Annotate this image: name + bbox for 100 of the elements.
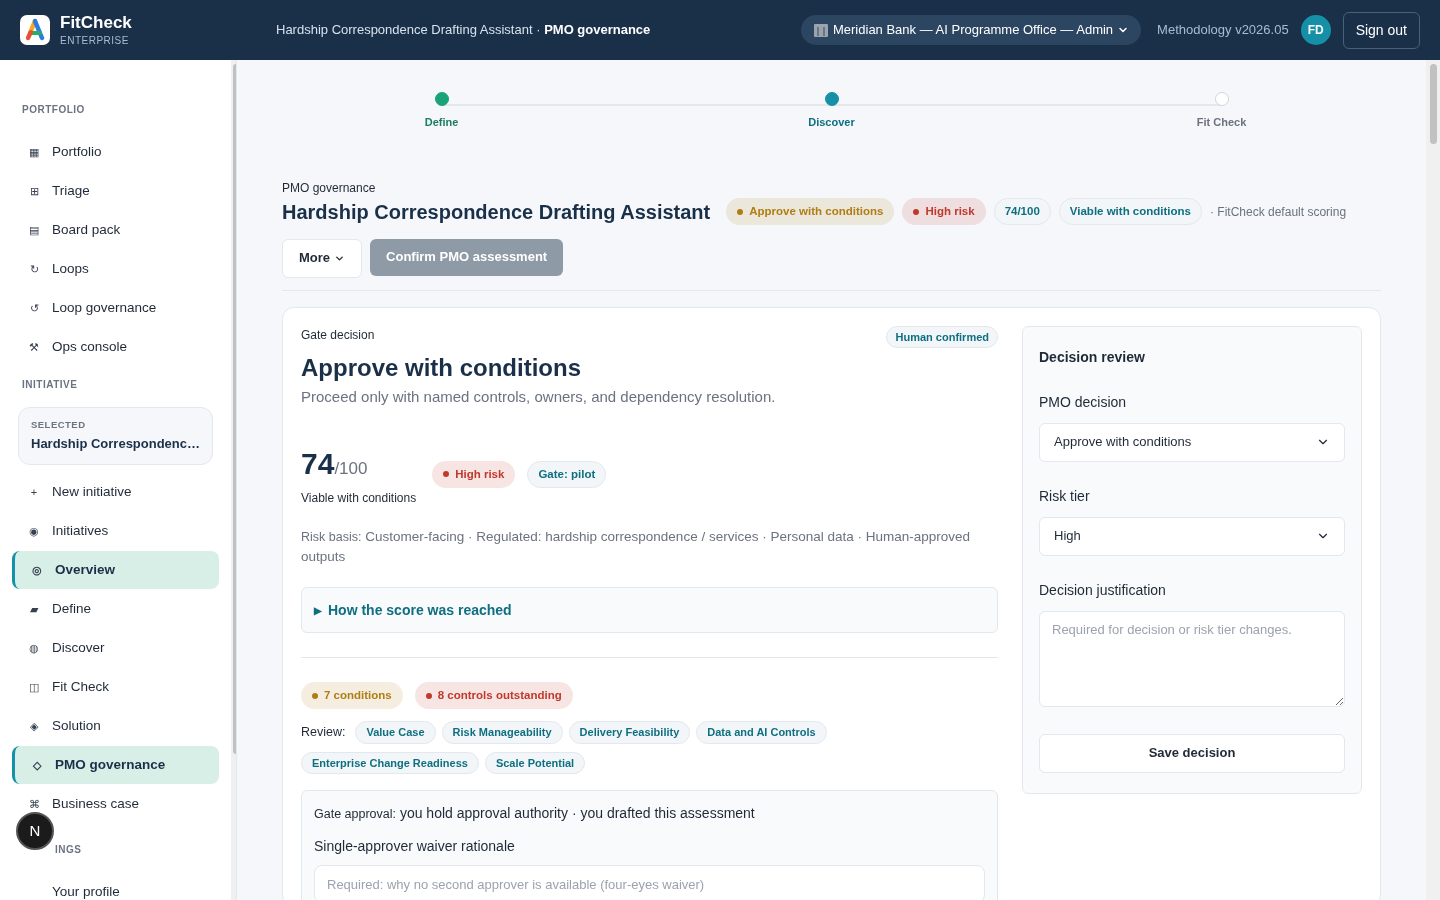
sidebar-item[interactable]: ▦ Portfolio [12,133,220,171]
sidebar-item[interactable]: ▤ Board pack [12,211,220,249]
user-avatar[interactable]: FD [1300,15,1331,45]
sidebar-item[interactable]: ◫ Fit Check [12,667,220,706]
score-explainer-toggle[interactable]: ▶ How the score was reached [301,587,998,633]
card-title: Hardship Correspondenc… [31,435,201,454]
decision-description: Proceed only with named controls, owners, and dependency resolution. [301,387,777,407]
item-label: Triage [52,181,90,200]
item-label: Discover [52,638,105,657]
item-label: Initiatives [52,521,109,540]
floating-badge[interactable]: N [16,812,54,850]
item-label: Loop governance [52,298,157,317]
review-tag[interactable]: Data and AI Controls [696,721,827,744]
status-badge: High risk [432,460,516,488]
item-label: Overview [55,560,116,579]
item-label: New initiative [52,482,132,501]
context-title: Hardship Correspondence Drafting Assistant · PMO governance [276,21,651,40]
item-label: Solution [52,716,101,735]
item-icon: ▰ [28,600,40,617]
field-label: Risk tier [1039,486,1091,506]
item-icon: ⚒ [28,338,40,356]
sidebar-item[interactable]: ▰ Define [12,589,220,628]
panel-label: Gate decision [301,326,375,344]
approval-status: Gate approval: you hold approval authority · you drafted this assessment [314,804,756,824]
item-label: Define [52,599,92,618]
card-caption: SELECTED [31,418,87,432]
waiver-rationale-field[interactable]: Required: why no second approver is available (four-eyes waiver) [314,865,985,900]
review-tag[interactable]: Enterprise Change Readiness [301,751,479,775]
item-icon: ◉ [28,522,40,539]
step-label[interactable]: Define [424,114,459,131]
status-badge: High risk [902,197,986,226]
sidebar-item[interactable]: ↺ Loop governance [12,289,220,327]
more-button[interactable]: More [282,238,363,278]
item-icon: ◫ [28,678,40,695]
scrollbar[interactable] [1426,60,1440,900]
item-icon: ◎ [31,561,43,578]
status-badge: 7 conditions [301,682,403,710]
item-label: Your profile [52,882,120,900]
save-decision-button[interactable]: Save decision [1039,733,1345,773]
status-badge: 74/100 [993,197,1051,226]
risk-basis: Risk basis: Customer-facing · Regulated: hardship correspondence / services · Personal data · Human-approved outputs [301,528,971,566]
section-heading: INGS [55,843,82,855]
sign-out-button[interactable]: Sign out [1342,11,1420,49]
item-icon: ◇ [31,756,43,773]
org-switcher[interactable]: Meridian Bank — AI Programme Office — Admin [801,15,1142,45]
justification-field[interactable]: Required for decision or risk tier changes. [1039,610,1345,707]
logo-icon [20,15,50,45]
brand-edition: ENTERPRISE [60,35,130,48]
step-label[interactable]: Discover [808,114,855,131]
review-tag[interactable]: Risk Manageability [441,721,563,744]
item-label: Business case [52,794,140,813]
sidebar-item[interactable]: ◍ Discover [12,628,220,667]
item-label: Loops [52,259,89,278]
sidebar-item[interactable]: ⚒ Ops console [12,328,220,366]
page-title: Hardship Correspondence Drafting Assistant [282,199,711,225]
selected-initiative-card[interactable]: SELECTED Hardship Correspondenc… [18,407,214,465]
review-tag[interactable]: Scale Potential [484,751,586,775]
brand-name: FitCheck [60,12,132,34]
sidebar-item[interactable]: ◇ PMO governance [12,745,220,784]
step-label[interactable]: Fit Check [1196,114,1247,131]
pmo-decision-select[interactable]: Approve with conditions [1039,422,1345,462]
disclosure-icon: ▶ [314,602,322,618]
panel-title: Decision review [1039,347,1146,367]
sidebar-item[interactable]: ⊞ Triage [12,172,220,210]
item-icon: ◈ [28,717,40,734]
review-tag[interactable]: Value Case [355,721,436,744]
sidebar-item[interactable]: ↻ Loops [12,250,220,288]
review-tag[interactable]: Delivery Feasibility [568,721,691,744]
page-eyebrow: PMO governance [282,179,377,197]
scoring-note: · FitCheck default scoring [1210,203,1347,221]
item-icon: ▦ [28,143,40,161]
status-badge: 8 controls outstanding [414,682,573,710]
risk-tier-select[interactable]: High [1039,516,1345,556]
sidebar-item[interactable]: Your profile [12,872,220,900]
sidebar-item[interactable]: ◈ Solution [12,706,220,745]
building-icon [813,22,829,38]
confirmed-badge: Human confirmed [886,325,998,348]
item-label: Ops console [52,337,128,356]
item-icon: ↻ [28,260,40,278]
item-label: PMO governance [55,755,166,774]
field-label: PMO decision [1039,392,1128,412]
sidebar-item[interactable]: ◉ Initiatives [12,511,220,550]
field-label: Single-approver waiver rationale [314,837,516,857]
field-label: Decision justification [1039,580,1167,600]
section-heading: INITIATIVE [22,379,78,390]
score-value: 74 [301,448,335,479]
item-label: Board pack [52,220,121,239]
item-icon: ⊞ [28,182,40,200]
item-icon: ◍ [28,639,40,656]
status-badge: Approve with conditions [726,197,895,226]
sidebar-item[interactable]: ◎ Overview [12,550,220,589]
sidebar-item[interactable]: + New initiative [12,472,220,511]
section-heading: PORTFOLIO [22,104,85,115]
decision-title: Approve with conditions [301,353,582,383]
item-label: Fit Check [52,677,109,696]
status-badge: Viable with conditions [1058,197,1202,226]
score-label: Viable with conditions [301,490,417,507]
item-icon: + [28,483,40,500]
score-max: /100 [334,458,368,480]
item-icon: ⌘ [28,795,40,812]
